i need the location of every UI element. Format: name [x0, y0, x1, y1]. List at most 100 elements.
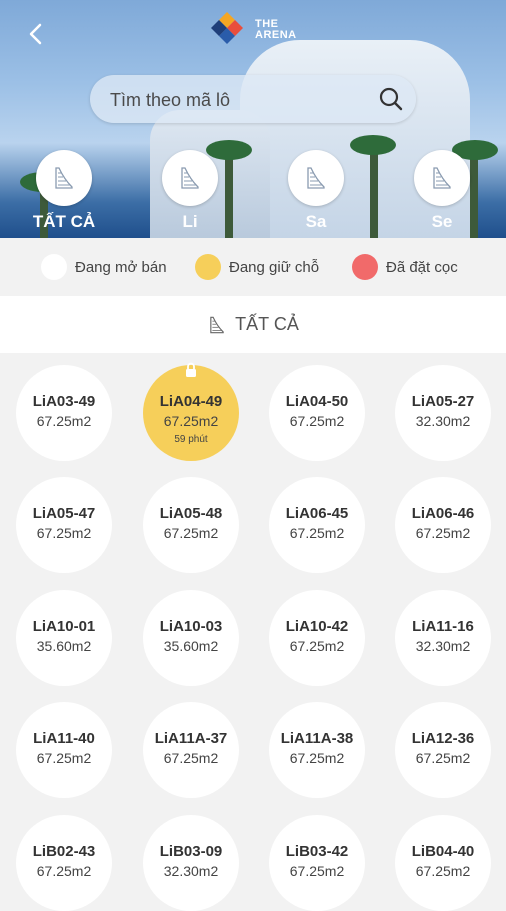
lot-grid: LiA03-49 67.25m2 LiA04-49 67.25m2 59 phú… — [0, 353, 506, 911]
lot-area: 35.60m2 — [163, 638, 219, 654]
lot-area: 67.25m2 — [289, 638, 345, 654]
lot-area: 35.60m2 — [36, 638, 92, 654]
lot-code: LiA11A-37 — [154, 730, 228, 747]
status-dot-held — [195, 254, 221, 280]
filter-circle[interactable] — [414, 150, 470, 206]
lot-area: 67.25m2 — [289, 750, 345, 766]
hold-timer: 59 phút — [174, 434, 208, 445]
legend-label: Đã đặt cọc — [386, 258, 458, 276]
filter-circle[interactable] — [288, 150, 344, 206]
lot-item[interactable]: LiA11-16 32.30m2 — [395, 590, 491, 686]
lot-item[interactable]: LiA06-46 67.25m2 — [395, 477, 491, 573]
app-logo: THE ARENA — [207, 8, 307, 48]
lot-item[interactable]: LiA03-49 67.25m2 — [16, 365, 112, 461]
search-input[interactable] — [108, 75, 372, 125]
section-title: TẤT CẢ — [235, 314, 299, 334]
lot-item[interactable]: LiA06-45 67.25m2 — [269, 477, 365, 573]
lot-area: 67.25m2 — [415, 863, 471, 879]
building-icon — [433, 167, 451, 189]
filter-label: Sa — [305, 212, 327, 231]
lot-area: 67.25m2 — [163, 525, 219, 541]
lot-item[interactable]: LiA11A-38 67.25m2 — [269, 702, 365, 798]
lot-code: LiB03-09 — [159, 843, 223, 860]
filter-all[interactable]: TẤT CẢ — [33, 150, 95, 231]
lot-item[interactable]: LiB04-40 67.25m2 — [395, 815, 491, 911]
filter-sa[interactable]: Sa — [286, 150, 346, 231]
lot-item[interactable]: LiA10-01 35.60m2 — [16, 590, 112, 686]
building-icon — [55, 167, 73, 189]
lot-item[interactable]: LiA04-49 67.25m2 59 phút — [143, 362, 239, 461]
lot-item[interactable]: LiA05-48 67.25m2 — [143, 477, 239, 573]
building-icon — [307, 167, 325, 189]
header-banner: THE ARENA TẤT CẢ Li — [0, 0, 506, 238]
lot-code: LiA05-47 — [32, 505, 96, 522]
lot-item[interactable]: LiB03-42 67.25m2 — [269, 815, 365, 911]
filter-circle[interactable] — [36, 150, 92, 206]
lot-area: 67.25m2 — [163, 750, 219, 766]
lot-code: LiA06-46 — [411, 505, 475, 522]
building-icon — [210, 316, 224, 333]
arena-logo-icon — [211, 12, 243, 44]
lot-code: LiA11A-38 — [280, 730, 354, 747]
lot-area: 67.25m2 — [163, 413, 219, 429]
lot-item[interactable]: LiB03-09 32.30m2 — [143, 815, 239, 911]
status-legend: Đang mở bán Đang giữ chỗ Đã đặt cọc — [0, 238, 506, 296]
lot-item[interactable]: LiA12-36 67.25m2 — [395, 702, 491, 798]
lot-area: 67.25m2 — [289, 863, 345, 879]
lock-icon — [186, 362, 196, 377]
lot-code: LiB04-40 — [411, 843, 475, 860]
lot-area: 32.30m2 — [415, 413, 471, 429]
status-dot-deposited — [352, 254, 378, 280]
lot-area: 67.25m2 — [36, 525, 92, 541]
search-bar[interactable] — [90, 75, 416, 125]
lot-code: LiA05-48 — [159, 505, 223, 522]
legend-label: Đang mở bán — [75, 258, 167, 276]
legend-item-held: Đang giữ chỗ — [195, 254, 319, 280]
filter-circle[interactable] — [162, 150, 218, 206]
legend-item-open: Đang mở bán — [41, 254, 167, 280]
lot-code: LiA11-16 — [412, 618, 474, 635]
filter-label: TẤT CẢ — [32, 212, 96, 231]
lot-area: 67.25m2 — [36, 413, 92, 429]
lot-area: 67.25m2 — [415, 525, 471, 541]
search-icon[interactable] — [376, 84, 406, 114]
lot-code: LiA10-03 — [159, 618, 223, 635]
lot-item[interactable]: LiA05-47 67.25m2 — [16, 477, 112, 573]
palm-tree-image — [350, 135, 396, 155]
lot-area: 67.25m2 — [289, 525, 345, 541]
lot-area: 67.25m2 — [36, 750, 92, 766]
filter-li[interactable]: Li — [160, 150, 220, 231]
filter-se[interactable]: Se — [412, 150, 472, 231]
building-icon — [181, 167, 199, 189]
lot-code: LiA03-49 — [32, 393, 96, 410]
lot-code: LiA10-42 — [285, 618, 349, 635]
lot-item[interactable]: LiA11A-37 67.25m2 — [143, 702, 239, 798]
logo-line2: ARENA — [255, 29, 297, 41]
lot-code: LiA11-40 — [33, 730, 95, 747]
lot-area: 67.25m2 — [289, 413, 345, 429]
lot-code: LiA04-50 — [285, 393, 349, 410]
back-arrow-icon[interactable] — [24, 22, 48, 46]
lot-item[interactable]: LiA10-42 67.25m2 — [269, 590, 365, 686]
lot-code: LiB03-42 — [285, 843, 349, 860]
status-dot-open — [41, 254, 67, 280]
lot-code: LiA12-36 — [411, 730, 475, 747]
lot-code: LiA10-01 — [32, 618, 96, 635]
legend-item-deposited: Đã đặt cọc — [352, 254, 458, 280]
lot-item[interactable]: LiA11-40 67.25m2 — [16, 702, 112, 798]
lot-code: LiB02-43 — [32, 843, 96, 860]
lot-item[interactable]: LiA10-03 35.60m2 — [143, 590, 239, 686]
filter-label: Se — [431, 212, 453, 231]
lot-item[interactable]: LiB02-43 67.25m2 — [16, 815, 112, 911]
lot-area: 32.30m2 — [163, 863, 219, 879]
lot-code: LiA06-45 — [285, 505, 349, 522]
lot-area: 67.25m2 — [36, 863, 92, 879]
lot-area: 67.25m2 — [415, 750, 471, 766]
lot-item[interactable]: LiA04-50 67.25m2 — [269, 365, 365, 461]
lot-code: LiA04-49 — [159, 393, 223, 410]
section-header: TẤT CẢ — [0, 296, 506, 353]
lot-code: LiA05-27 — [411, 393, 475, 410]
lot-area: 32.30m2 — [415, 638, 471, 654]
lot-item[interactable]: LiA05-27 32.30m2 — [395, 365, 491, 461]
filter-label: Li — [182, 212, 198, 231]
